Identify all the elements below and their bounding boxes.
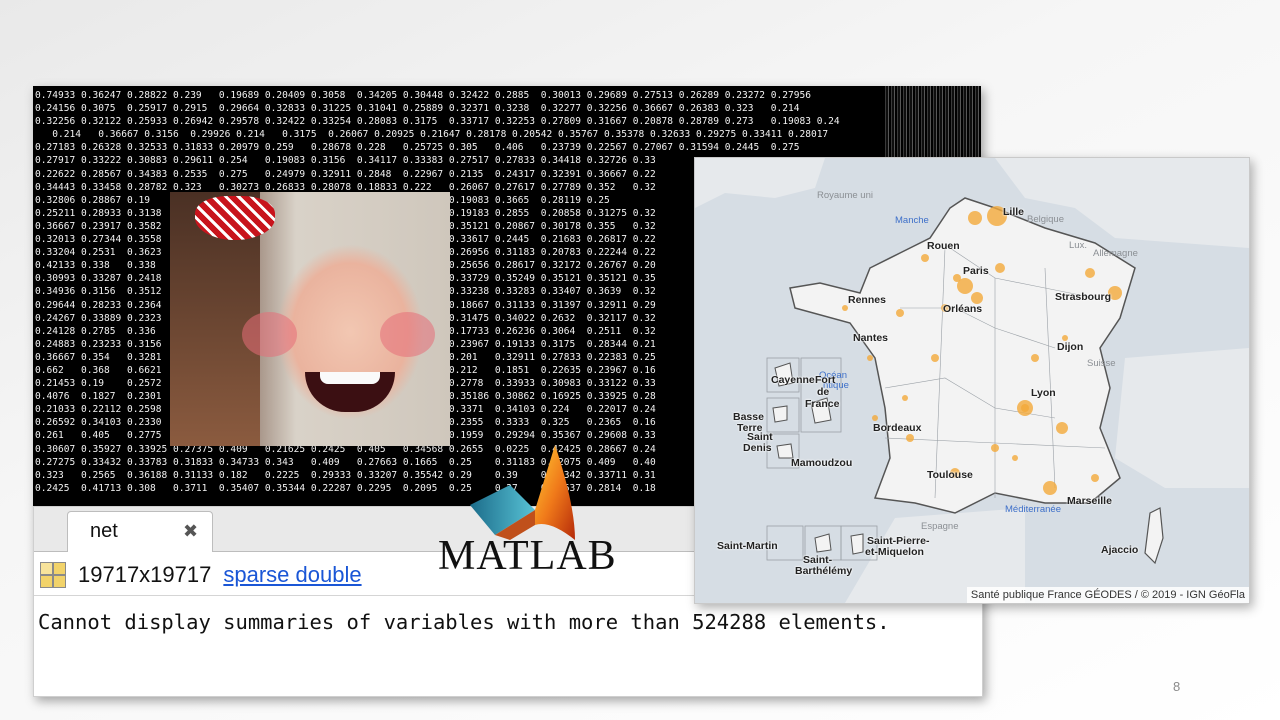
city-label-orleans: Orléans xyxy=(943,303,983,315)
city-label-cayenne: Cayenne xyxy=(771,374,815,386)
city-label-rennes: Rennes xyxy=(848,294,886,306)
city-label-toulouse: Toulouse xyxy=(927,469,973,481)
matrix-icon xyxy=(40,562,66,588)
map-credit: Santé publique France GÉODES / © 2019 - … xyxy=(966,587,1249,603)
city-label-saint-martin: Saint-Martin xyxy=(717,540,778,552)
city-label-ajaccio: Ajaccio xyxy=(1101,544,1139,556)
city-label-saint-pierre-2: et-Miquelon xyxy=(865,546,924,558)
summary-message: Cannot display summaries of variables wi… xyxy=(38,610,890,634)
city-label-saint-barth-2: Barthélémy xyxy=(795,565,853,577)
country-label-suisse: Suisse xyxy=(1087,358,1116,369)
city-label-mamoudzou: Mamoudzou xyxy=(791,457,853,469)
city-label-fort: Fort xyxy=(815,374,836,386)
city-label-denis: Denis xyxy=(743,442,772,454)
country-label-espagne: Espagne xyxy=(921,521,959,532)
city-label-paris: Paris xyxy=(963,265,989,277)
city-label-marseille: Marseille xyxy=(1067,495,1112,507)
meme-face-photo xyxy=(170,192,450,446)
close-icon[interactable]: ✖ xyxy=(183,521,198,542)
city-label-nantes: Nantes xyxy=(853,332,889,344)
hair-bow xyxy=(195,196,275,240)
city-label-france: France xyxy=(805,398,840,410)
city-label-de: de xyxy=(817,386,830,398)
country-label-belgium: Belgique xyxy=(1027,214,1064,225)
france-map: Royaume uni Belgique Lux. Allemagne Suis… xyxy=(694,157,1250,604)
page-number: 8 xyxy=(1173,679,1181,694)
city-label-lille: Lille xyxy=(1003,206,1025,218)
city-label-dijon: Dijon xyxy=(1057,341,1084,353)
variable-size: 19717x19717 xyxy=(78,562,212,587)
city-label-bordeaux: Bordeaux xyxy=(873,422,922,434)
city-label-lyon: Lyon xyxy=(1031,387,1056,399)
message-area: Cannot display summaries of variables wi… xyxy=(34,595,982,697)
country-label-uk: Royaume uni xyxy=(817,190,873,201)
variable-type-link[interactable]: sparse double xyxy=(223,562,361,588)
tab-label: net xyxy=(90,520,118,542)
sea-label-med: Méditerranée xyxy=(1005,504,1061,515)
matlab-wordmark: MATLAB xyxy=(438,533,617,579)
country-label-germany: Allemagne xyxy=(1093,248,1138,259)
variable-info: 19717x19717 sparse double xyxy=(40,557,362,593)
country-label-lux: Lux. xyxy=(1069,240,1087,251)
city-label-strasbourg: Strasbourg xyxy=(1055,291,1112,303)
sea-label-manche: Manche xyxy=(895,215,929,226)
city-label-rouen: Rouen xyxy=(927,240,960,252)
tab-net[interactable]: net ✖ xyxy=(67,511,213,552)
